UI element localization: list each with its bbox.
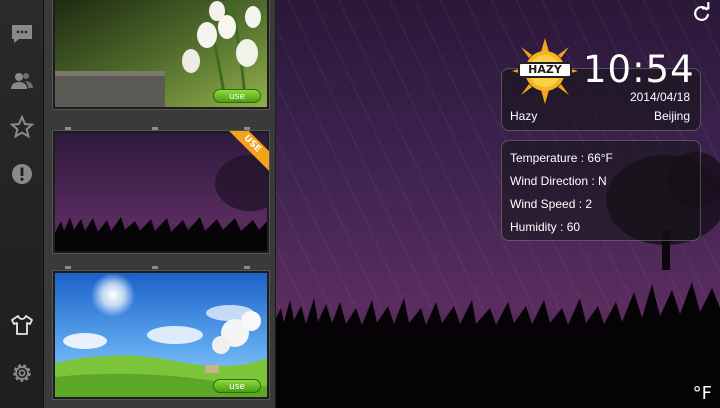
purple-night-image [55,133,267,251]
humidity-row: Humidity : 60 [510,220,581,234]
gear-icon[interactable] [10,361,34,385]
theme-card-snowdrop[interactable]: use [52,0,270,110]
weather-badge: HAZY [518,62,572,78]
clock-time: 10:54 [583,48,695,91]
theme-card-meadow[interactable]: use [52,270,270,400]
chat-icon[interactable] [10,22,34,46]
refresh-icon[interactable] [690,1,712,24]
ground [276,328,720,408]
date-label: 2014/04/18 [629,90,690,104]
weather-details-panel: Temperature : 66°F Wind Direction : N Wi… [501,140,701,241]
temperature-row: Temperature : 66°F [510,151,613,165]
card-divider [65,266,71,269]
card-divider [244,266,250,269]
city-label: Beijing [653,109,690,123]
star-icon[interactable] [9,114,35,139]
shirt-icon[interactable] [10,313,34,337]
theme-card-purple-night[interactable]: USE [52,130,270,254]
wind-speed-row: Wind Speed : 2 [510,197,593,211]
contacts-icon[interactable] [10,69,34,93]
alert-icon[interactable] [10,162,34,186]
use-button[interactable]: use [213,379,261,393]
wind-direction-row: Wind Direction : N [510,174,607,188]
unit-toggle[interactable]: °F [693,383,712,404]
use-button[interactable]: use [213,89,261,103]
sidebar [0,0,44,408]
card-divider [152,266,158,269]
theme-list: use USE use [44,0,276,408]
condition-label: Hazy [510,109,538,123]
